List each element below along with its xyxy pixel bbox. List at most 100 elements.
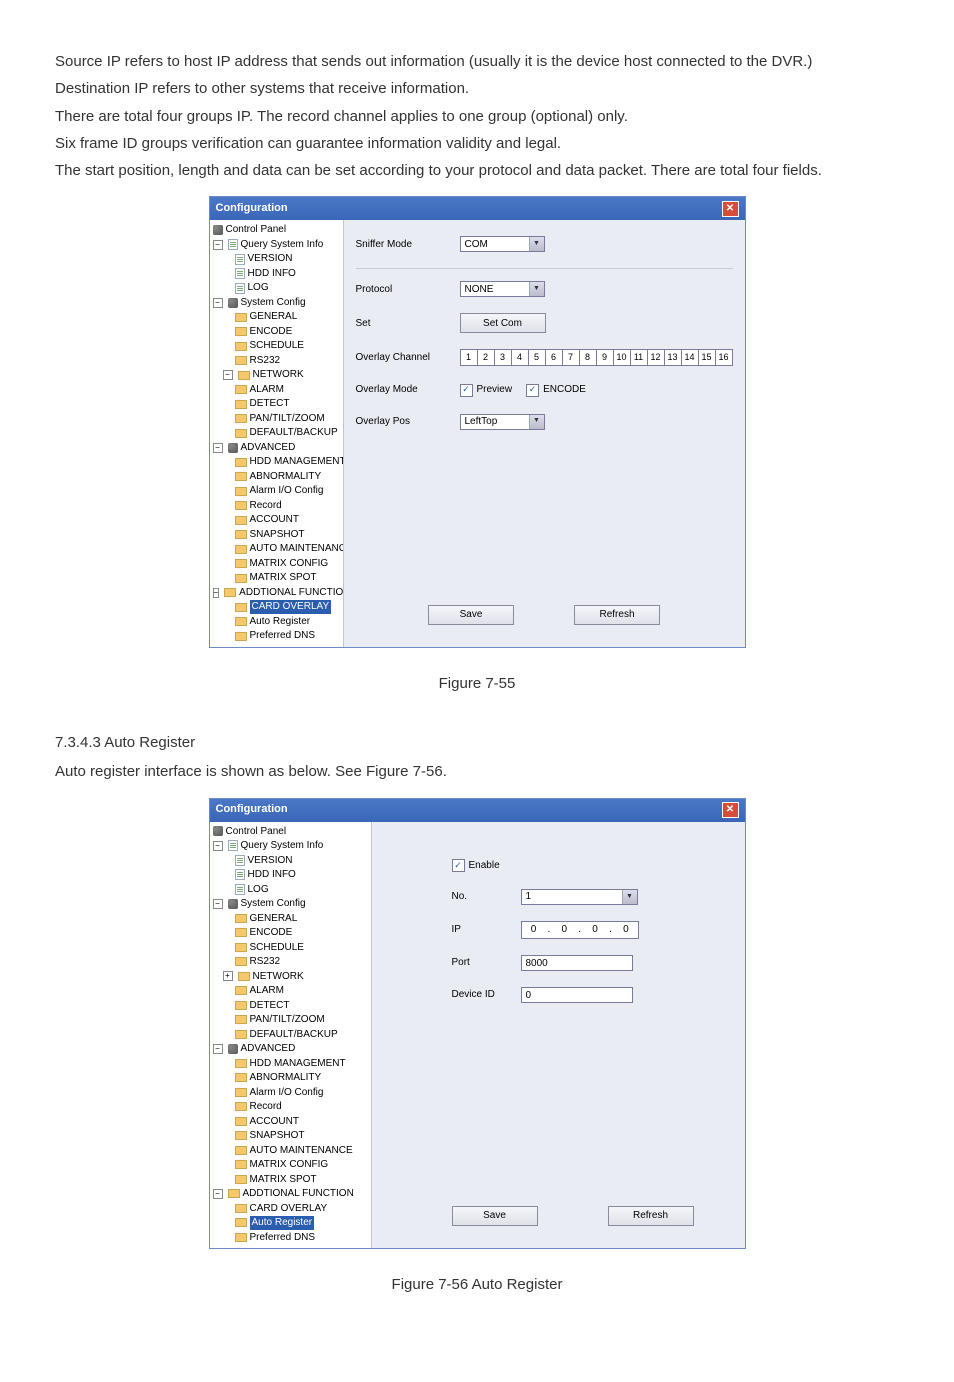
preview-checkbox[interactable]: ✓Preview: [460, 382, 513, 398]
collapse-icon[interactable]: −: [213, 1189, 223, 1199]
tree-label[interactable]: PAN/TILT/ZOOM: [250, 412, 325, 426]
collapse-icon[interactable]: −: [213, 443, 223, 453]
tree-label[interactable]: Preferred DNS: [250, 1231, 316, 1245]
tree-label-selected[interactable]: CARD OVERLAY: [250, 600, 332, 614]
tree-label[interactable]: ACCOUNT: [250, 513, 299, 527]
tree-label[interactable]: Record: [250, 1100, 282, 1114]
tree-label[interactable]: DEFAULT/BACKUP: [250, 1028, 338, 1042]
tree-label[interactable]: SCHEDULE: [250, 941, 304, 955]
tree-label[interactable]: MATRIX CONFIG: [250, 1158, 329, 1172]
tree-label[interactable]: LOG: [248, 281, 269, 295]
ip-input[interactable]: 0. 0. 0. 0: [521, 921, 639, 939]
tree-label[interactable]: ADVANCED: [241, 441, 296, 455]
tree-label[interactable]: GENERAL: [250, 912, 298, 926]
refresh-button[interactable]: Refresh: [574, 605, 660, 625]
port-input[interactable]: [521, 955, 633, 971]
channel-box[interactable]: 11: [631, 349, 648, 366]
tree-label[interactable]: Control Panel: [226, 825, 287, 839]
tree-label[interactable]: Auto Register: [250, 615, 311, 629]
close-icon[interactable]: ✕: [722, 802, 739, 818]
channel-box[interactable]: 5: [529, 349, 546, 366]
channel-box[interactable]: 15: [699, 349, 716, 366]
channel-box[interactable]: 1: [460, 349, 478, 366]
tree-label[interactable]: ACCOUNT: [250, 1115, 299, 1129]
tree-label[interactable]: Preferred DNS: [250, 629, 316, 643]
tree-label[interactable]: HDD MANAGEMENT: [250, 1057, 346, 1071]
no-select[interactable]: 1 ▼: [521, 889, 638, 905]
tree-label[interactable]: VERSION: [248, 252, 293, 266]
channel-box[interactable]: 6: [546, 349, 563, 366]
tree-label[interactable]: ABNORMALITY: [250, 470, 322, 484]
tree-label-selected[interactable]: Auto Register: [250, 1216, 315, 1230]
save-button[interactable]: Save: [452, 1206, 538, 1226]
tree-label[interactable]: VERSION: [248, 854, 293, 868]
tree-label[interactable]: Control Panel: [226, 223, 287, 237]
nav-tree[interactable]: Control Panel − Query System Info VERSION…: [210, 822, 372, 1249]
tree-label[interactable]: Query System Info: [241, 839, 324, 853]
tree-label[interactable]: ENCODE: [250, 926, 293, 940]
overlay-pos-select[interactable]: LeftTop ▼: [460, 414, 545, 430]
tree-label[interactable]: DEFAULT/BACKUP: [250, 426, 338, 440]
tree-label[interactable]: ADDTIONAL FUNCTION: [239, 586, 343, 600]
set-com-button[interactable]: Set Com: [460, 313, 546, 333]
collapse-icon[interactable]: −: [213, 1044, 223, 1054]
titlebar[interactable]: Configuration ✕: [210, 197, 745, 220]
tree-label[interactable]: Query System Info: [241, 238, 324, 252]
tree-label[interactable]: Alarm I/O Config: [250, 1086, 324, 1100]
tree-label[interactable]: CARD OVERLAY: [250, 1202, 328, 1216]
collapse-icon[interactable]: −: [213, 588, 220, 598]
tree-label[interactable]: ADDTIONAL FUNCTION: [243, 1187, 354, 1201]
tree-label[interactable]: DETECT: [250, 397, 290, 411]
tree-label[interactable]: LOG: [248, 883, 269, 897]
channel-box[interactable]: 2: [478, 349, 495, 366]
tree-label[interactable]: SNAPSHOT: [250, 528, 305, 542]
tree-label[interactable]: Record: [250, 499, 282, 513]
tree-label[interactable]: HDD INFO: [248, 868, 296, 882]
tree-label[interactable]: System Config: [241, 296, 306, 310]
collapse-icon[interactable]: −: [213, 298, 223, 308]
tree-label[interactable]: Alarm I/O Config: [250, 484, 324, 498]
encode-checkbox[interactable]: ✓ENCODE: [526, 382, 586, 398]
tree-label[interactable]: ADVANCED: [241, 1042, 296, 1056]
deviceid-input[interactable]: [521, 987, 633, 1003]
tree-label[interactable]: NETWORK: [253, 970, 304, 984]
tree-label[interactable]: MATRIX SPOT: [250, 1173, 317, 1187]
save-button[interactable]: Save: [428, 605, 514, 625]
tree-label[interactable]: MATRIX CONFIG: [250, 557, 329, 571]
tree-label[interactable]: RS232: [250, 955, 281, 969]
overlay-channel-grid[interactable]: 1 2 3 4 5 6 7 8 9 10 11 12 13 14 15 16: [460, 349, 733, 366]
tree-label[interactable]: GENERAL: [250, 310, 298, 324]
expand-icon[interactable]: +: [223, 971, 233, 981]
channel-box[interactable]: 4: [512, 349, 529, 366]
enable-checkbox[interactable]: ✓Enable: [452, 858, 500, 874]
ip-seg[interactable]: 0: [614, 922, 638, 938]
refresh-button[interactable]: Refresh: [608, 1206, 694, 1226]
channel-box[interactable]: 8: [580, 349, 597, 366]
tree-label[interactable]: DETECT: [250, 999, 290, 1013]
collapse-icon[interactable]: −: [213, 899, 223, 909]
channel-box[interactable]: 14: [682, 349, 699, 366]
close-icon[interactable]: ✕: [722, 201, 739, 217]
tree-label[interactable]: NETWORK: [253, 368, 304, 382]
collapse-icon[interactable]: −: [213, 841, 223, 851]
tree-label[interactable]: ALARM: [250, 984, 284, 998]
tree-label[interactable]: ALARM: [250, 383, 284, 397]
channel-box[interactable]: 12: [648, 349, 665, 366]
sniffer-mode-select[interactable]: COM ▼: [460, 236, 545, 252]
titlebar[interactable]: Configuration ✕: [210, 799, 745, 822]
ip-seg[interactable]: 0: [552, 922, 576, 938]
tree-label[interactable]: SNAPSHOT: [250, 1129, 305, 1143]
protocol-select[interactable]: NONE ▼: [460, 281, 545, 297]
channel-box[interactable]: 7: [563, 349, 580, 366]
tree-label[interactable]: RS232: [250, 354, 281, 368]
ip-seg[interactable]: 0: [522, 922, 546, 938]
channel-box[interactable]: 3: [495, 349, 512, 366]
channel-box[interactable]: 9: [597, 349, 614, 366]
channel-box[interactable]: 13: [665, 349, 682, 366]
tree-label[interactable]: System Config: [241, 897, 306, 911]
channel-box[interactable]: 10: [614, 349, 631, 366]
tree-label[interactable]: HDD MANAGEMENT: [250, 455, 344, 469]
tree-label[interactable]: ABNORMALITY: [250, 1071, 322, 1085]
collapse-icon[interactable]: −: [223, 370, 233, 380]
collapse-icon[interactable]: −: [213, 240, 223, 250]
